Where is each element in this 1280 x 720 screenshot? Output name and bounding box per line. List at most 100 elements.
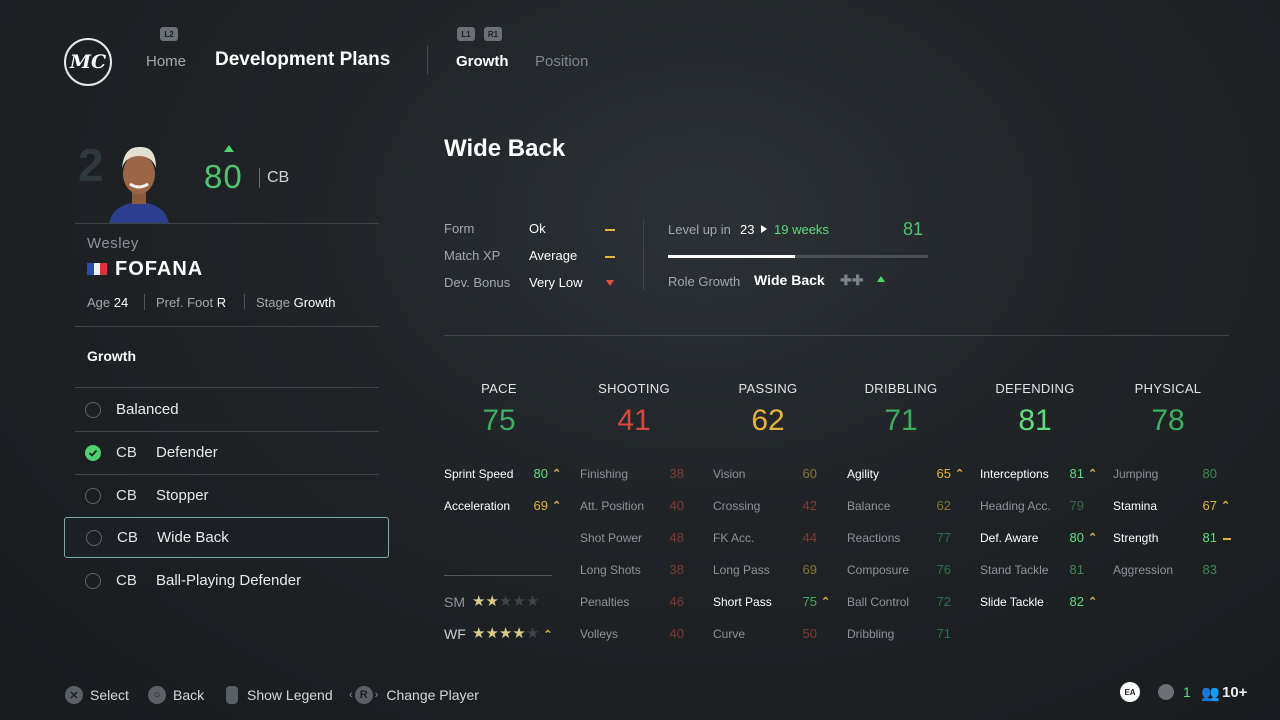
plans-heading: Growth (87, 348, 136, 364)
plan-label: Wide Back (157, 529, 229, 546)
party-count: 10+ (1222, 684, 1248, 701)
boost-chevron-icon: ⌃ (1088, 596, 1098, 608)
stat-value: 80 (1069, 530, 1084, 545)
meta-divider (244, 294, 245, 310)
stat-label: Dribbling (847, 627, 895, 641)
ea-badge-icon: EA (1120, 682, 1140, 702)
chevron-left-icon: ‹ (349, 689, 353, 701)
stat-value: 80 (533, 466, 548, 481)
stat-value: 72 (936, 594, 951, 609)
plan-item-wide-back[interactable]: CB Wide Back (64, 517, 389, 558)
stat-value: 42 (802, 498, 817, 513)
plan-label: Stopper (156, 487, 209, 504)
divider (444, 575, 552, 576)
nav-home[interactable]: Home (146, 53, 186, 70)
touchpad-button-icon (226, 686, 238, 704)
stat-label: Long Pass (713, 563, 770, 577)
overall-divider (259, 168, 260, 188)
rolegrowth-value: Wide Back (754, 272, 825, 288)
stat-value: 81 (1202, 530, 1217, 545)
stat-value: 81 (1069, 466, 1084, 481)
chevron-right-icon: › (374, 689, 379, 701)
footer-select[interactable]: ✕ Select (65, 686, 129, 704)
cat-dribbling-value: 71 (884, 404, 918, 437)
devbonus-value: Very Low (529, 275, 583, 290)
voice-chat-icon (1158, 684, 1174, 700)
cat-shooting-label: SHOOTING (598, 381, 670, 396)
stat-label: Volleys (580, 627, 619, 641)
plan-item-stopper[interactable]: CB Stopper (75, 474, 379, 517)
plan-item-defender[interactable]: CB Defender (75, 431, 379, 474)
stat-label: Balance (847, 499, 891, 513)
star-icon: ★ (525, 625, 540, 642)
player-position: CB (267, 169, 290, 186)
footer-show-legend[interactable]: Show Legend (226, 686, 333, 704)
plan-label: Ball-Playing Defender (156, 572, 302, 589)
stat-label: Vision (713, 467, 746, 481)
form-value: Ok (529, 221, 546, 236)
r-stick-icon: R (354, 686, 373, 704)
form-neutral-icon (605, 229, 615, 231)
stat-label: Sprint Speed (444, 467, 514, 481)
sm-stars: ★★★★★ (472, 592, 539, 611)
l2-hint-icon: L2 (160, 27, 178, 41)
tab-growth[interactable]: Growth (456, 53, 509, 70)
stat-label: Shot Power (580, 531, 643, 545)
plan-position: CB (116, 572, 137, 589)
boost-chevron-icon: ⌃ (955, 468, 965, 480)
tab-position[interactable]: Position (535, 53, 588, 70)
star-icon: ★ (498, 625, 513, 642)
role-title: Wide Back (444, 135, 566, 162)
stat-value: 38 (669, 562, 684, 577)
matchxp-value: Average (529, 248, 578, 263)
divider (444, 335, 1229, 336)
levelup-weeks: 19 weeks (774, 222, 829, 237)
stat-label: Strength (1113, 531, 1159, 545)
stat-value: 80 (1202, 466, 1217, 481)
footer-back[interactable]: ○ Back (148, 686, 204, 704)
radio-icon (85, 572, 101, 589)
france-flag-icon (87, 263, 108, 275)
levelup-label: Level up in (668, 222, 731, 237)
star-icon: ★ (512, 593, 526, 610)
stat-label: Stamina (1113, 499, 1158, 513)
overall-up-icon (224, 145, 234, 152)
voice-count: 1 (1183, 684, 1191, 700)
r1-hint-icon: R1 (484, 27, 502, 41)
cat-physical-value: 78 (1151, 404, 1185, 437)
stat-label: Aggression (1113, 563, 1174, 577)
overall-rating: 80 (204, 158, 243, 195)
plan-item-ball-playing-defender[interactable]: CB Ball-Playing Defender (75, 559, 379, 602)
cat-passing-value: 62 (751, 404, 785, 437)
sm-label: SM (444, 594, 465, 610)
footer-change-player[interactable]: ‹ R › Change Player (349, 686, 479, 704)
radio-icon (85, 487, 101, 504)
stat-label: Curve (713, 627, 746, 641)
info-divider (643, 220, 644, 290)
stat-label: FK Acc. (713, 531, 755, 545)
levelup-progress-fill (668, 255, 795, 258)
stat-label: Def. Aware (980, 531, 1039, 545)
player-photo (104, 140, 174, 224)
plan-position: CB (117, 529, 138, 546)
player-last-name: FOFANA (115, 258, 204, 280)
star-icon: ★ (472, 625, 486, 642)
stat-value: 50 (802, 626, 817, 641)
matchxp-neutral-icon (605, 256, 615, 258)
star-icon: ★ (485, 625, 499, 642)
plan-position: CB (116, 444, 137, 461)
checkmark-icon (85, 444, 101, 461)
rolegrowth-up-icon (877, 276, 885, 282)
meta-divider (144, 294, 145, 310)
boost-chevron-icon: ⌃ (552, 500, 562, 512)
stat-label: Agility (847, 467, 880, 481)
stat-value: 69 (533, 498, 548, 513)
l1-hint-icon: L1 (457, 27, 475, 41)
radio-icon (86, 529, 102, 546)
cat-pace-value: 75 (482, 404, 516, 437)
stat-value: 46 (669, 594, 684, 609)
plan-item-balanced[interactable]: Balanced (75, 388, 379, 431)
page-title: Development Plans (215, 49, 391, 70)
star-icon: ★ (512, 625, 526, 642)
boost-chevron-icon: ⌃ (1088, 532, 1098, 544)
